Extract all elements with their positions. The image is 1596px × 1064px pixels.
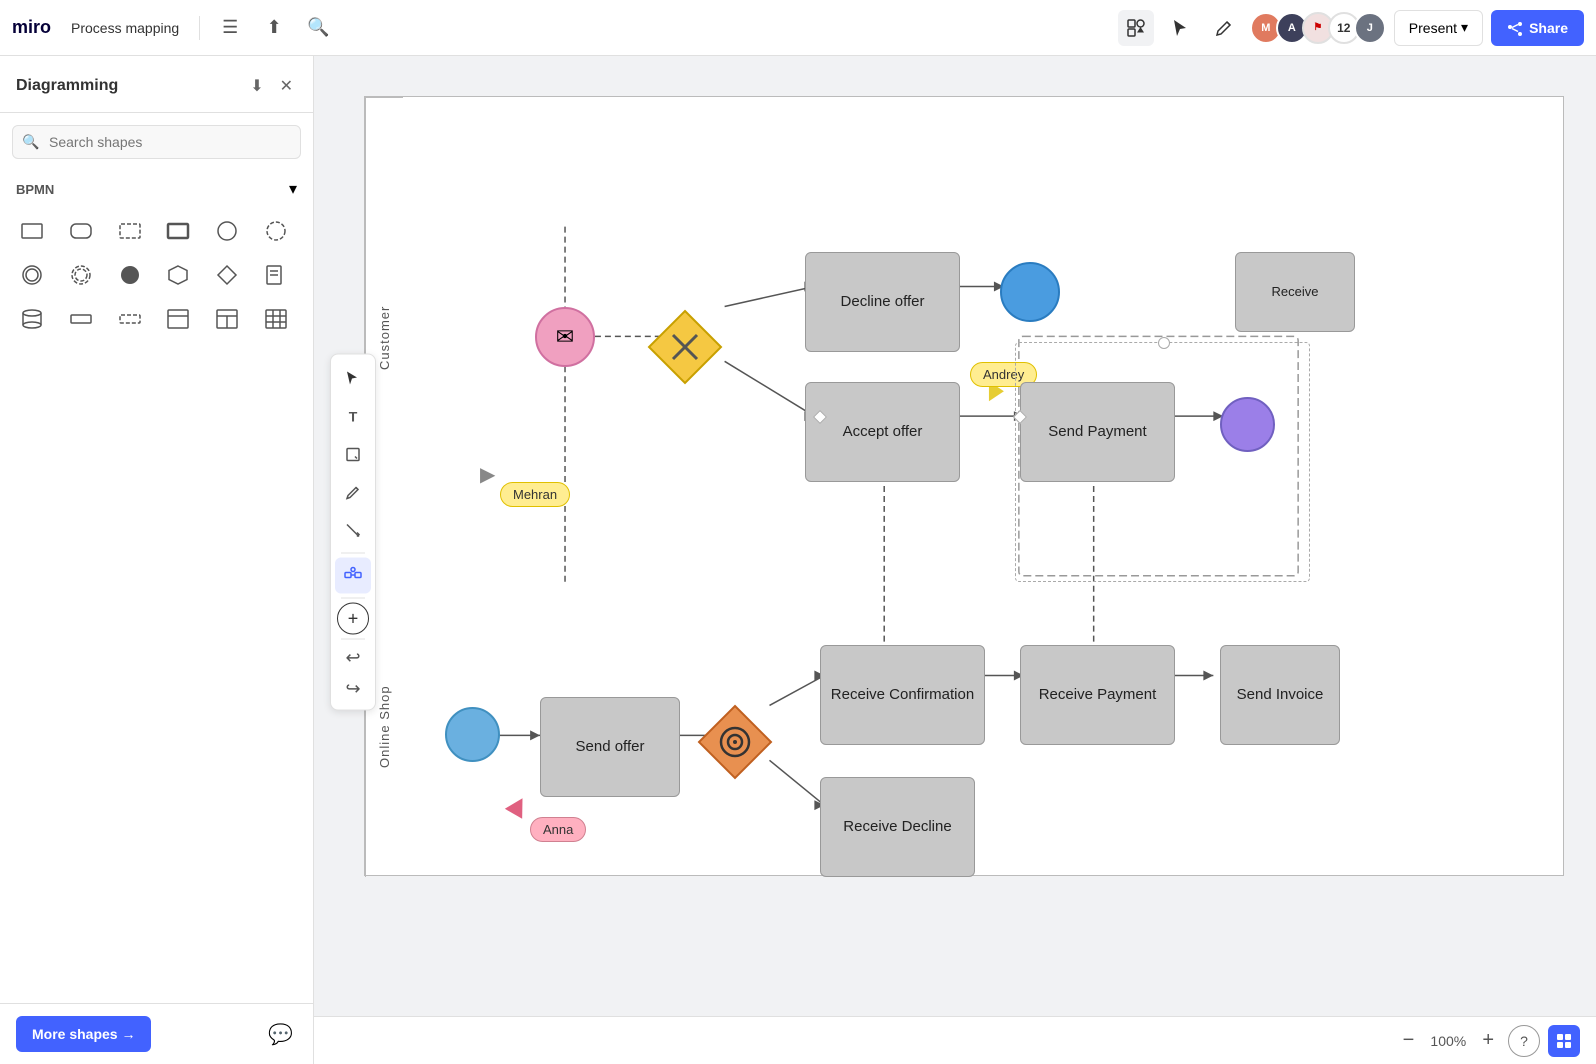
- start-event-mail[interactable]: ✉: [535, 307, 595, 367]
- accept-offer-box[interactable]: Accept offer: [805, 382, 960, 482]
- shapes-button[interactable]: [1118, 10, 1154, 46]
- chevron-down-icon: ▾: [289, 179, 297, 199]
- receive-payment-box[interactable]: Receive Payment: [1020, 645, 1175, 745]
- share-label: Share: [1529, 20, 1568, 36]
- line-tool[interactable]: [335, 513, 371, 549]
- shape-hexagon[interactable]: [158, 255, 198, 295]
- subprocess-marker: [1158, 337, 1170, 349]
- cursor-anna: [505, 793, 531, 819]
- shape-dashed-small[interactable]: [110, 299, 150, 339]
- shape-dashed-rect[interactable]: [110, 211, 150, 251]
- share-icon: [1507, 20, 1523, 36]
- decline-offer-box[interactable]: Decline offer: [805, 252, 960, 352]
- left-panel: Diagramming ⬇ ✕ 🔍 BPMN ▾: [0, 56, 314, 1064]
- gateway-x[interactable]: [645, 307, 725, 387]
- toolbar-separator-2: [341, 598, 365, 599]
- miro-logo: miro: [12, 17, 51, 38]
- zoom-level: 100%: [1428, 1033, 1468, 1049]
- select-tool[interactable]: [335, 361, 371, 397]
- topbar-separator: [199, 16, 200, 40]
- diagram-tool[interactable]: [335, 558, 371, 594]
- receive-partial-top[interactable]: Receive: [1235, 252, 1355, 332]
- board-title[interactable]: Process mapping: [63, 16, 187, 40]
- diagram-container: Customer Online Shop: [314, 56, 1596, 1064]
- bpmn-section: BPMN ▾: [0, 171, 313, 343]
- shape-table[interactable]: [207, 299, 247, 339]
- shape-cylinder[interactable]: [12, 299, 52, 339]
- search-icon: 🔍: [22, 134, 39, 151]
- add-tool[interactable]: +: [337, 603, 369, 635]
- pen-tool[interactable]: [335, 475, 371, 511]
- shape-double-circle[interactable]: [12, 255, 52, 295]
- zoom-out-button[interactable]: −: [1397, 1025, 1421, 1056]
- receive-confirmation-box[interactable]: Receive Confirmation: [820, 645, 985, 745]
- panel-title: Diagramming: [16, 77, 118, 95]
- minimap-button[interactable]: [1548, 1025, 1580, 1057]
- close-panel-button[interactable]: ✕: [276, 72, 297, 100]
- menu-button[interactable]: ☰: [212, 10, 248, 46]
- cursor-button[interactable]: [1162, 10, 1198, 46]
- receive-decline-box[interactable]: Receive Decline: [820, 777, 975, 877]
- shape-circle-dashed[interactable]: [256, 211, 296, 251]
- shape-rectangle[interactable]: [12, 211, 52, 251]
- text-tool[interactable]: T: [335, 399, 371, 435]
- shape-bold-rect[interactable]: [158, 211, 198, 251]
- start-event-online: [445, 707, 500, 762]
- search-input[interactable]: [12, 125, 301, 159]
- cursor-mehran: ▶: [480, 462, 495, 487]
- shape-list[interactable]: [158, 299, 198, 339]
- toolbar-separator: [341, 553, 365, 554]
- toolbar-separator-3: [341, 639, 365, 640]
- anna-label: Anna: [530, 817, 586, 842]
- share-button[interactable]: Share: [1491, 10, 1584, 46]
- shape-double-circle-dashed[interactable]: [61, 255, 101, 295]
- present-button[interactable]: Present ▾: [1394, 10, 1483, 46]
- export-button[interactable]: ⬆: [256, 10, 292, 46]
- shape-flat-rect[interactable]: [61, 299, 101, 339]
- more-shapes-button[interactable]: More shapes →: [16, 1016, 151, 1052]
- undo-button[interactable]: ↩: [341, 644, 364, 673]
- avatar-4: J: [1354, 12, 1386, 44]
- end-event-decline: [1000, 262, 1060, 322]
- panel-header: Diagramming ⬇ ✕: [0, 56, 313, 113]
- canvas[interactable]: Customer Online Shop: [314, 56, 1596, 1064]
- redo-button[interactable]: ↪: [341, 675, 364, 704]
- present-label: Present: [1409, 20, 1457, 36]
- bpmn-header[interactable]: BPMN ▾: [12, 171, 301, 207]
- shape-document[interactable]: [256, 255, 296, 295]
- mehran-label: Mehran: [500, 482, 570, 507]
- zoom-in-button[interactable]: +: [1476, 1025, 1500, 1056]
- panel-footer: More shapes → 💬: [0, 1003, 313, 1064]
- panel-header-actions: ⬇ ✕: [246, 72, 297, 100]
- shape-circle[interactable]: [207, 211, 247, 251]
- pen-button[interactable]: [1206, 10, 1242, 46]
- bpmn-label: BPMN: [16, 182, 54, 197]
- shape-grid[interactable]: [256, 299, 296, 339]
- help-button[interactable]: ?: [1508, 1025, 1540, 1057]
- send-payment-box[interactable]: Send Payment: [1020, 382, 1175, 482]
- search-button[interactable]: 🔍: [300, 10, 336, 46]
- swimlane: Customer Online Shop: [364, 96, 1564, 876]
- bottom-bar: − 100% + ?: [314, 1016, 1596, 1064]
- topbar-right: M A ⚑ 12 J Present ▾ Share: [1118, 10, 1584, 46]
- shape-rounded-rect[interactable]: [61, 211, 101, 251]
- sticky-tool[interactable]: [335, 437, 371, 473]
- avatar-group: M A ⚑ 12 J: [1250, 12, 1386, 44]
- topbar: miro Process mapping ☰ ⬆ 🔍 M: [0, 0, 1596, 56]
- send-offer-box[interactable]: Send offer: [540, 697, 680, 797]
- send-invoice-box[interactable]: Send Invoice: [1220, 645, 1340, 745]
- shape-diamond[interactable]: [207, 255, 247, 295]
- chevron-down-icon: ▾: [1461, 19, 1468, 36]
- shapes-grid: [12, 207, 301, 343]
- chat-button[interactable]: 💬: [264, 1018, 297, 1051]
- canvas-toolbar: T + ↩ ↪: [330, 354, 376, 711]
- export-panel-button[interactable]: ⬇: [246, 72, 267, 100]
- end-event-payment: [1220, 397, 1275, 452]
- search-box: 🔍: [12, 125, 301, 159]
- gateway-orange[interactable]: [695, 702, 775, 782]
- shape-filled-circle[interactable]: [110, 255, 150, 295]
